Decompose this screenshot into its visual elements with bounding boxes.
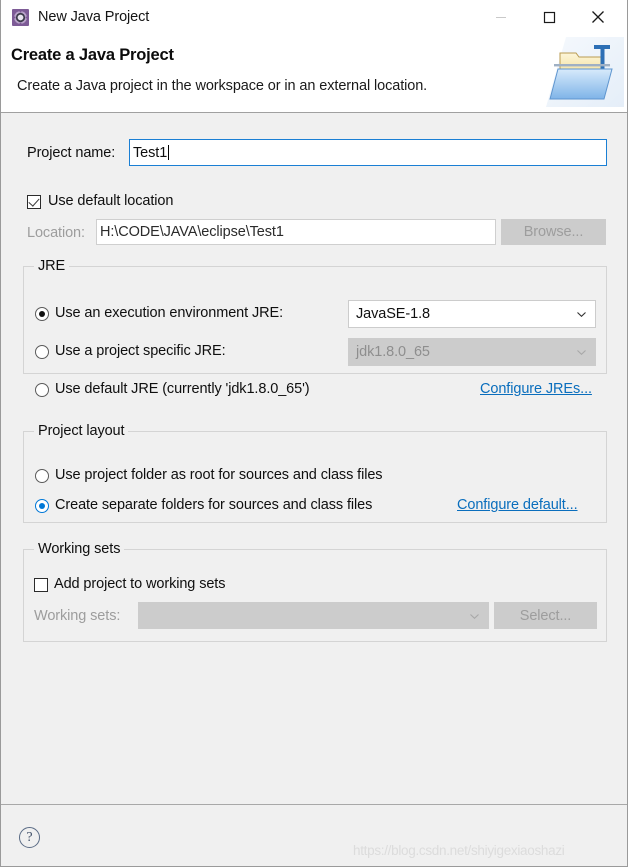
layout-separate-folders-radio[interactable] <box>35 499 49 513</box>
layout-root-folder-radio[interactable] <box>35 469 49 483</box>
jre-project-specific-combo[interactable]: jdk1.8.0_65 <box>348 338 596 366</box>
configure-default-link[interactable]: Configure default... <box>457 497 578 513</box>
page-title: Create a Java Project <box>11 46 174 64</box>
chevron-down-icon <box>577 312 586 317</box>
jre-execution-env-combo[interactable]: JavaSE-1.8 <box>348 300 596 328</box>
chevron-down-icon <box>470 613 479 619</box>
jre-project-specific-value: jdk1.8.0_65 <box>356 344 430 360</box>
use-default-location-label: Use default location <box>48 193 174 209</box>
dialog-footer: ? < Back Next > Finish Cancel <box>1 804 627 866</box>
text-caret <box>168 145 170 160</box>
window-title: New Java Project <box>38 9 150 25</box>
working-sets-group-title: Working sets <box>34 541 125 557</box>
project-name-label: Project name: <box>27 145 116 161</box>
maximize-button[interactable] <box>526 0 572 34</box>
title-bar: New Java Project <box>1 0 627 34</box>
close-button[interactable] <box>575 0 621 34</box>
jre-project-specific-label: Use a project specific JRE: <box>55 343 226 359</box>
jre-project-specific-radio[interactable] <box>35 345 49 359</box>
working-sets-combo[interactable] <box>138 602 489 629</box>
jre-default-label: Use default JRE (currently 'jdk1.8.0_65'… <box>55 381 310 397</box>
use-default-location-checkbox[interactable] <box>27 195 41 209</box>
add-to-working-sets-label: Add project to working sets <box>54 576 226 592</box>
page-description: Create a Java project in the workspace o… <box>17 78 428 94</box>
folder-java-icon <box>546 37 624 107</box>
location-value: H:\CODE\JAVA\eclipse\Test1 <box>100 224 284 240</box>
chevron-down-icon <box>577 350 586 355</box>
jre-execution-env-radio[interactable] <box>35 307 49 321</box>
location-label: Location: <box>27 225 85 241</box>
java-project-gear-icon <box>12 8 29 26</box>
working-sets-label: Working sets: <box>34 608 121 624</box>
location-input[interactable]: H:\CODE\JAVA\eclipse\Test1 <box>96 219 496 245</box>
jre-execution-env-label: Use an execution environment JRE: <box>55 305 284 321</box>
layout-separate-folders-label: Create separate folders for sources and … <box>55 497 373 513</box>
select-working-sets-button[interactable]: Select... <box>494 602 597 629</box>
minimize-button[interactable] <box>478 0 524 34</box>
project-name-value: Test1 <box>133 144 168 161</box>
browse-button[interactable]: Browse... <box>501 219 606 245</box>
help-button[interactable]: ? <box>19 827 40 848</box>
jre-group-title: JRE <box>34 258 70 274</box>
jre-default-radio[interactable] <box>35 383 49 397</box>
configure-jres-link[interactable]: Configure JREs... <box>480 381 592 397</box>
wizard-header: Create a Java Project Create a Java proj… <box>1 34 627 113</box>
project-name-input[interactable]: Test1 <box>129 139 607 166</box>
project-layout-group-title: Project layout <box>34 423 129 439</box>
new-java-project-dialog: New Java Project Create a Java Project C… <box>0 0 628 867</box>
jre-execution-env-value: JavaSE-1.8 <box>356 306 430 322</box>
add-to-working-sets-checkbox[interactable] <box>34 578 48 592</box>
dialog-body: Project name: Test1 Use default location… <box>1 114 627 804</box>
layout-root-folder-label: Use project folder as root for sources a… <box>55 467 383 483</box>
